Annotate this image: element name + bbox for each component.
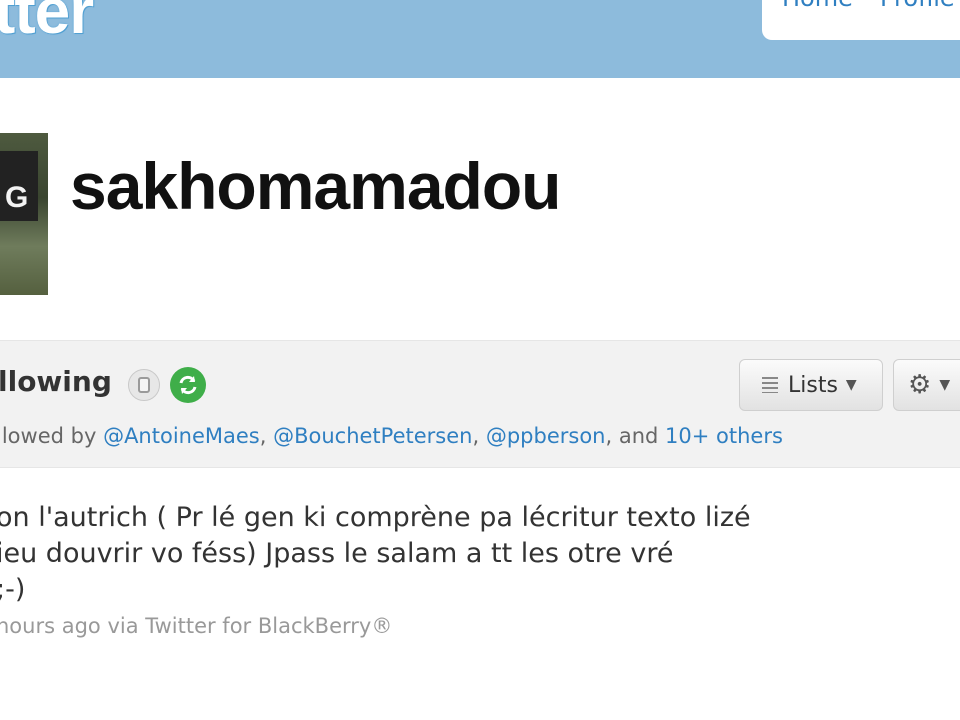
list-icon [762, 377, 778, 393]
follow-icon[interactable] [170, 367, 206, 403]
twitter-logo[interactable]: tter [0, 0, 94, 48]
tweet-text: on l'autrich ( Pr lé gen ki comprène pa … [0, 500, 896, 608]
followed-by-line: llowed by @AntoineMaes, @BouchetPetersen… [0, 424, 783, 448]
tweet-line: ;-) [0, 574, 26, 605]
top-nav: Home Profile [762, 0, 960, 40]
others-link[interactable]: 10+ others [665, 424, 783, 448]
gear-icon: ⚙ [908, 370, 932, 400]
tweet-meta[interactable]: hours ago via Twitter for BlackBerry® [0, 614, 392, 638]
lists-button-label: Lists [788, 372, 838, 398]
avatar-image: G [0, 151, 38, 221]
avatar-letter: G [5, 181, 29, 214]
lists-button[interactable]: Lists ▼ [739, 359, 883, 411]
lock-icon [128, 369, 160, 401]
nav-profile-link[interactable]: Profile [880, 0, 955, 12]
chevron-down-icon: ▼ [939, 377, 951, 393]
following-bar: llowing Lists ▼ ⚙ ▼ llowed by @AntoineMa… [0, 340, 960, 468]
tweet-line: on l'autrich ( Pr lé gen ki comprène pa … [0, 502, 751, 533]
followed-by-and: , and [605, 424, 666, 448]
top-bar: tter Home Profile [0, 0, 960, 78]
chevron-down-icon: ▼ [845, 377, 857, 393]
follower-link[interactable]: @ppberson [486, 424, 606, 448]
follower-link[interactable]: @BouchetPetersen [273, 424, 472, 448]
follower-link[interactable]: @AntoineMaes [103, 424, 260, 448]
followed-by-prefix: llowed by [0, 424, 104, 448]
avatar[interactable]: G [0, 133, 48, 295]
profile-username: sakhomamadou [70, 149, 561, 223]
gear-menu-button[interactable]: ⚙ ▼ [893, 359, 960, 411]
nav-home-link[interactable]: Home [782, 0, 853, 12]
following-status-label: llowing [0, 365, 112, 398]
tweet-line: ieu douvrir vo féss) Jpass le salam a tt… [0, 538, 674, 569]
